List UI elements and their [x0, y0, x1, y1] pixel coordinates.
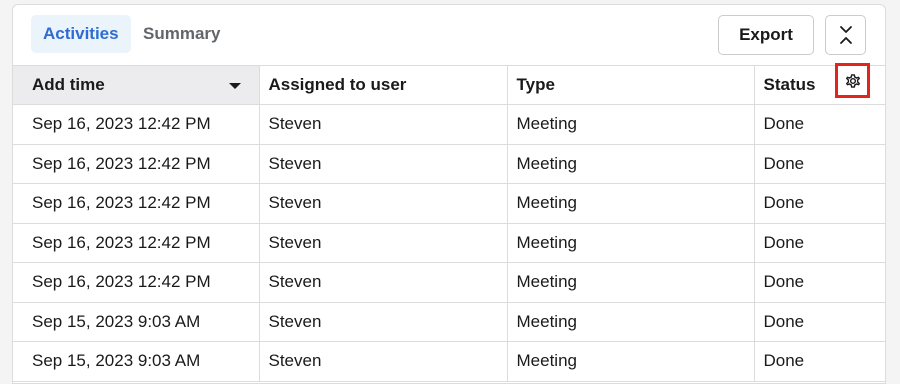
cell-status: Done: [754, 144, 885, 184]
cell-type: Meeting: [507, 262, 755, 303]
cell-status: Done: [754, 341, 885, 382]
cell-user: Steven: [259, 223, 508, 263]
cell-add-time: Sep 16, 2023 12:42 PM: [13, 144, 260, 184]
cell-add-time: Sep 16, 2023 12:42 PM: [13, 104, 260, 145]
activities-panel: Activities Summary Export Add time Assig…: [12, 4, 886, 384]
table-row[interactable]: Sep 16, 2023 12:42 PM Steven Meeting Don…: [13, 262, 885, 303]
cell-user: Steven: [259, 262, 508, 303]
column-header-label: Assigned to user: [268, 75, 407, 94]
collapse-icon: [839, 26, 852, 44]
cell-type: Meeting: [507, 183, 755, 224]
table-row[interactable]: Sep 16, 2023 12:42 PM Steven Meeting Don…: [13, 104, 885, 145]
table-row[interactable]: Sep 16, 2023 12:42 PM Steven Meeting Don…: [13, 223, 885, 263]
cell-add-time: Sep 16, 2023 12:42 PM: [13, 262, 260, 303]
column-header-label: Add time: [32, 75, 105, 94]
cell-add-time: Sep 15, 2023 9:03 AM: [13, 341, 260, 382]
cell-type: Meeting: [507, 144, 755, 184]
cell-add-time: Sep 16, 2023 12:42 PM: [13, 183, 260, 224]
cell-user: Steven: [259, 302, 508, 342]
column-header-type[interactable]: Type: [507, 65, 755, 105]
column-header-label: Status: [763, 75, 816, 94]
cell-status: Done: [754, 223, 885, 263]
column-header-assigned-to-user[interactable]: Assigned to user: [259, 65, 508, 105]
collapse-button[interactable]: [825, 15, 866, 55]
cell-user: Steven: [259, 183, 508, 224]
cell-user: Steven: [259, 104, 508, 145]
cell-add-time: Sep 16, 2023 12:42 PM: [13, 223, 260, 263]
cell-type: Meeting: [507, 104, 755, 145]
sort-descending-icon[interactable]: [228, 83, 241, 89]
table-row[interactable]: Sep 16, 2023 12:42 PM Steven Meeting Don…: [13, 144, 885, 184]
column-settings-button[interactable]: [835, 63, 870, 98]
cell-status: Done: [754, 104, 885, 145]
column-header-add-time[interactable]: Add time: [13, 65, 260, 105]
cell-type: Meeting: [507, 341, 755, 382]
cell-status: Done: [754, 302, 885, 342]
toolbar: Activities Summary Export: [13, 5, 885, 65]
cell-user: Steven: [259, 341, 508, 382]
cell-type: Meeting: [507, 302, 755, 342]
export-button[interactable]: Export: [718, 15, 814, 55]
tab-summary[interactable]: Summary: [131, 15, 232, 53]
table-row[interactable]: Sep 15, 2023 9:03 AM Steven Meeting Done: [13, 341, 885, 382]
cell-type: Meeting: [507, 223, 755, 263]
table-header-row: Add time Assigned to user Type Status: [13, 65, 885, 105]
activities-table: Add time Assigned to user Type Status Se…: [13, 65, 885, 382]
cell-user: Steven: [259, 144, 508, 184]
table-row[interactable]: Sep 16, 2023 12:42 PM Steven Meeting Don…: [13, 183, 885, 224]
cell-add-time: Sep 15, 2023 9:03 AM: [13, 302, 260, 342]
table-row[interactable]: Sep 15, 2023 9:03 AM Steven Meeting Done: [13, 302, 885, 342]
tab-activities[interactable]: Activities: [31, 15, 131, 53]
cell-status: Done: [754, 183, 885, 224]
cell-status: Done: [754, 262, 885, 303]
column-header-label: Type: [516, 75, 555, 94]
gear-icon: [845, 73, 860, 88]
